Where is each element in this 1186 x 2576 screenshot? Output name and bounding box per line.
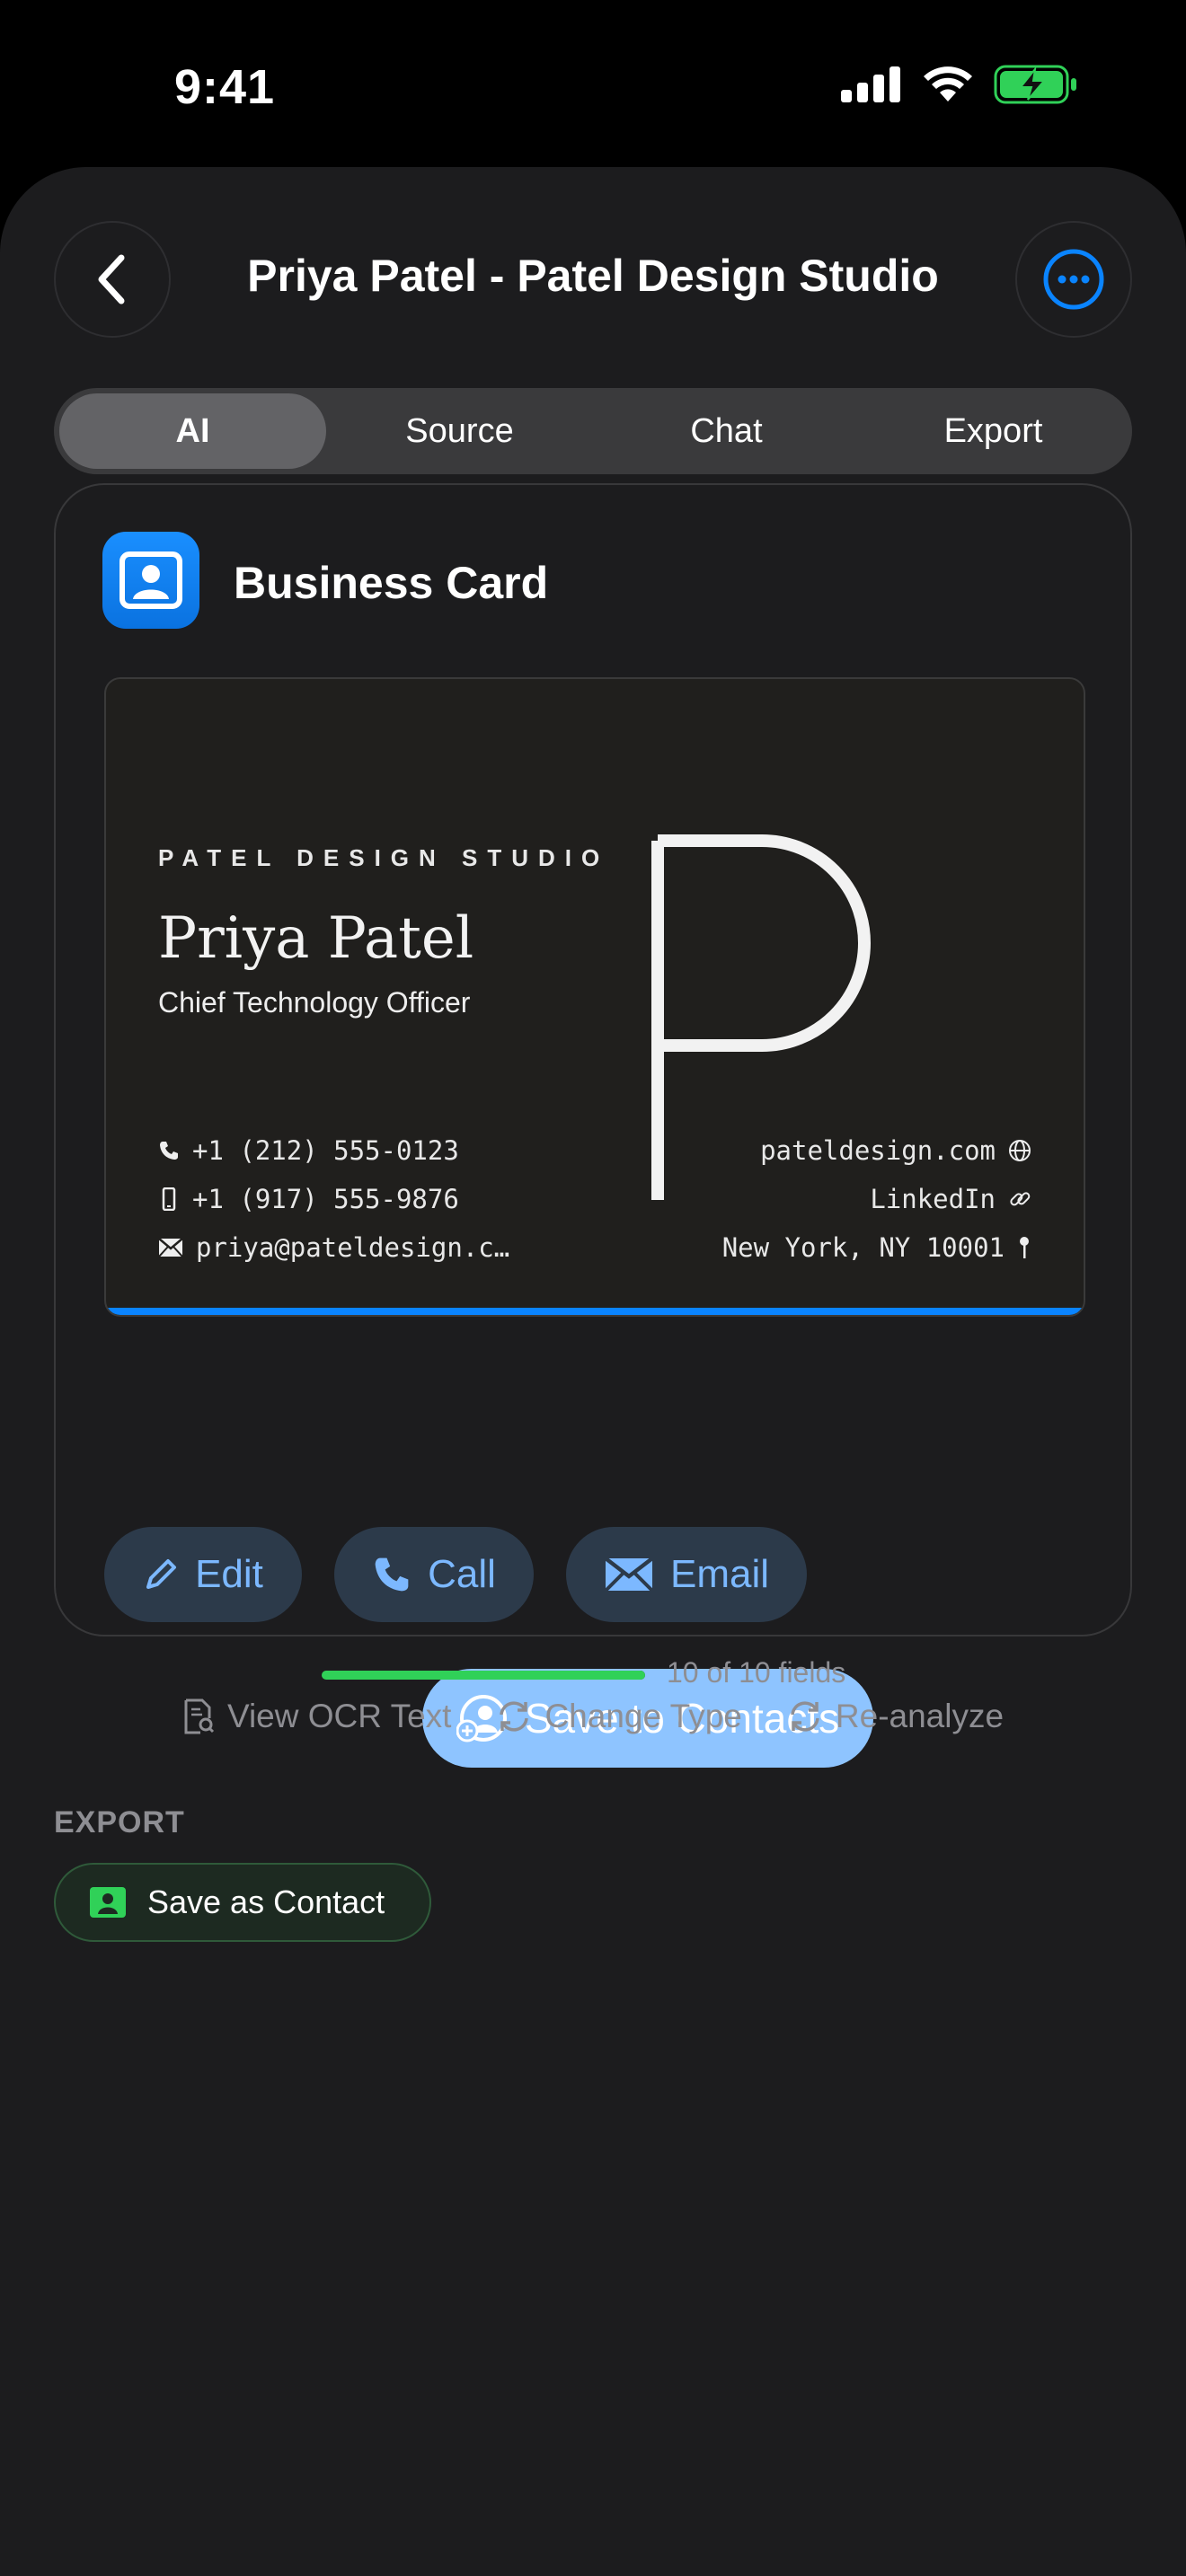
tools-row: View OCR Text Change Type Re-analyze <box>0 1698 1186 1735</box>
more-button[interactable] <box>1015 221 1132 338</box>
tab-chat[interactable]: Chat <box>593 393 860 469</box>
progress-track <box>322 1671 645 1680</box>
document-search-icon <box>184 1698 215 1734</box>
pencil-icon <box>146 1559 177 1589</box>
fields-progress: 10 of 10 fields <box>0 1647 1186 1701</box>
envelope-icon <box>158 1238 183 1257</box>
envelope-icon <box>604 1557 654 1592</box>
business-card-preview: PATEL DESIGN STUDIO Priya Patel Chief Te… <box>104 677 1085 1317</box>
card-address-row: New York, NY 10001 <box>722 1232 1031 1263</box>
document-type-label: Business Card <box>234 558 549 608</box>
link-icon <box>1010 1192 1031 1206</box>
phone-icon <box>160 1142 178 1160</box>
card-email: priya@pateldesign.c… <box>196 1232 510 1263</box>
export-section-label: EXPORT <box>54 1805 185 1839</box>
cellular-signal-icon <box>841 66 900 102</box>
save-as-contact-label: Save as Contact <box>147 1883 385 1920</box>
card-phone: +1 (212) 555-0123 <box>192 1135 459 1166</box>
analysis-card: Business Card PATEL DESIGN STUDIO Priya … <box>54 483 1132 1768</box>
card-role: Chief Technology Officer <box>158 986 471 1019</box>
battery-charging-icon <box>994 65 1076 104</box>
email-button[interactable]: Email <box>566 1527 807 1622</box>
wifi-icon <box>924 66 972 101</box>
progress-fill <box>322 1671 645 1680</box>
card-company: PATEL DESIGN STUDIO <box>158 844 610 871</box>
edit-button-label: Edit <box>195 1552 263 1596</box>
ellipsis-circle-icon <box>1043 249 1104 310</box>
save-as-contact-button[interactable]: Save as Contact <box>54 1863 431 1942</box>
view-ocr-text-button[interactable]: View OCR Text <box>182 1698 452 1735</box>
view-ocr-text-label: View OCR Text <box>226 1698 452 1734</box>
card-address: New York, NY 10001 <box>721 1232 1005 1263</box>
re-analyze-label: Re-analyze <box>835 1698 1005 1734</box>
globe-icon <box>1009 1140 1031 1161</box>
change-type-button[interactable]: Change Type <box>496 1698 742 1735</box>
call-button-label: Call <box>428 1552 496 1596</box>
tab-export[interactable]: Export <box>860 393 1127 469</box>
contact-card-icon <box>102 532 199 629</box>
call-button[interactable]: Call <box>334 1527 534 1622</box>
refresh-icon <box>500 1701 529 1732</box>
chevron-left-icon <box>98 254 125 304</box>
re-analyze-button[interactable]: Re-analyze <box>787 1698 1004 1735</box>
card-linkedin: LinkedIn <box>870 1184 996 1214</box>
email-button-label: Email <box>669 1552 770 1596</box>
mobile-phone-icon <box>162 1187 176 1211</box>
change-type-label: Change Type <box>544 1698 742 1734</box>
contact-card-icon <box>90 1887 126 1918</box>
status-bar: 9:41 <box>0 0 1186 171</box>
edit-button[interactable]: Edit <box>104 1527 302 1622</box>
card-phone-row: +1 (212) 555-0123 <box>158 1135 459 1166</box>
card-mobile-row: +1 (917) 555-9876 <box>158 1184 459 1214</box>
card-linkedin-row: LinkedIn <box>870 1184 1031 1214</box>
page-title: Priya Patel - Patel Design Studio <box>247 251 939 301</box>
detail-sheet: Priya Patel - Patel Design Studio AI Sou… <box>0 167 1186 2576</box>
status-time: 9:41 <box>174 60 276 114</box>
card-email-row: priya@pateldesign.c… <box>158 1232 509 1263</box>
card-name: Priya Patel <box>158 905 474 972</box>
tab-ai[interactable]: AI <box>59 393 326 469</box>
status-icons <box>841 65 1078 104</box>
card-accent-bar <box>106 1308 1084 1315</box>
location-pin-icon <box>1020 1237 1029 1258</box>
card-mobile: +1 (917) 555-9876 <box>192 1184 459 1214</box>
card-website-row: pateldesign.com <box>760 1135 1031 1166</box>
phone-icon <box>375 1557 409 1592</box>
card-website: pateldesign.com <box>760 1135 996 1166</box>
refresh-icon <box>791 1701 819 1732</box>
tab-source[interactable]: Source <box>326 393 593 469</box>
segmented-tabs: AI Source Chat Export <box>54 388 1132 474</box>
progress-text: 10 of 10 fields <box>667 1656 846 1689</box>
back-button[interactable] <box>54 221 171 338</box>
